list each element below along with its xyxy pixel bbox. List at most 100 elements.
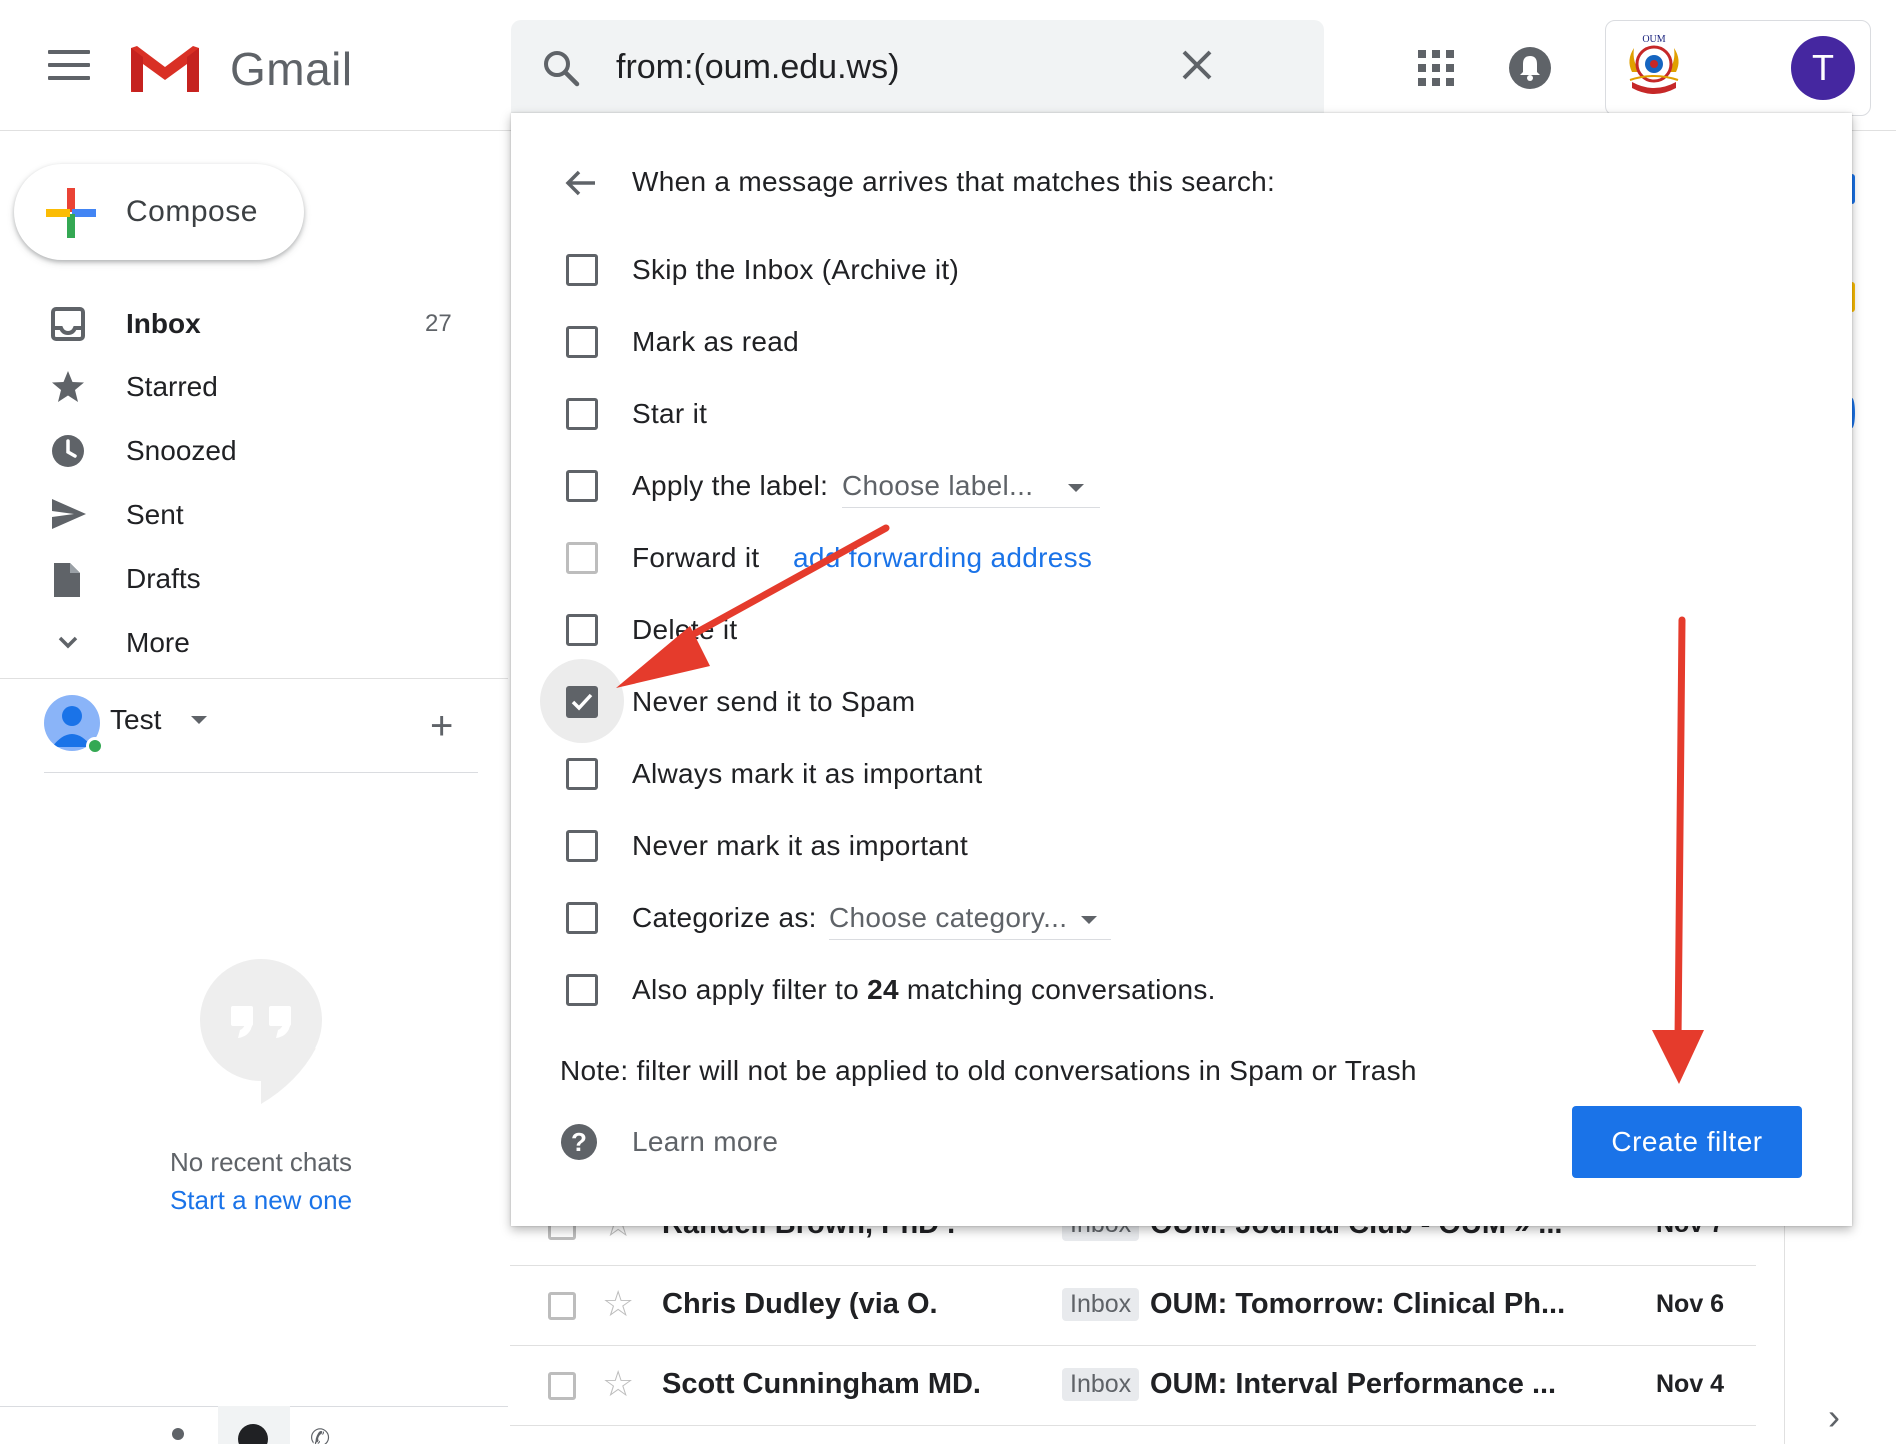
- start-new-chat-link[interactable]: Start a new one: [120, 1185, 402, 1216]
- hangouts-user-name: Test: [110, 704, 162, 735]
- search-input[interactable]: from:(oum.edu.ws): [616, 48, 899, 87]
- table-row[interactable]: ☆ Scott Cunningham MD. Inbox OUM: Interv…: [510, 1346, 1756, 1426]
- choose-category-value: Choose category...: [829, 902, 1068, 933]
- clear-search-icon[interactable]: [1178, 46, 1216, 89]
- option-label: Never send it to Spam: [632, 686, 916, 717]
- org-logo-text: OUM: [1642, 34, 1665, 45]
- option-label-prefix: Also apply filter to: [632, 974, 868, 1005]
- phone-tab-icon[interactable]: ✆: [310, 1424, 330, 1444]
- back-arrow-icon[interactable]: [563, 165, 599, 206]
- search-icon[interactable]: [541, 48, 581, 93]
- option-star-it[interactable]: Star it: [540, 384, 1740, 444]
- status-dropdown-icon[interactable]: [191, 716, 207, 724]
- star-outline-icon[interactable]: ☆: [602, 1284, 634, 1324]
- option-delete[interactable]: Delete it: [540, 600, 1740, 660]
- never-important-checkbox[interactable]: [566, 830, 598, 862]
- help-icon[interactable]: ?: [561, 1124, 597, 1160]
- option-label: Apply the label:: [632, 470, 829, 501]
- nav-starred-label: Starred: [126, 371, 218, 402]
- row-subject: OUM: Interval Performance ...: [1150, 1368, 1557, 1400]
- nav-starred[interactable]: Starred: [0, 357, 480, 417]
- option-categorize[interactable]: Categorize as: Choose category...: [540, 888, 1740, 948]
- sidebar-divider: [0, 678, 508, 679]
- inbox-unread-count: 27: [425, 310, 452, 337]
- chevron-down-icon: [50, 625, 90, 661]
- nav-snoozed-label: Snoozed: [126, 435, 237, 466]
- option-label: Star it: [632, 398, 708, 429]
- nav-more[interactable]: More: [0, 613, 480, 673]
- option-mark-read[interactable]: Mark as read: [540, 312, 1740, 372]
- star-icon: [50, 369, 90, 405]
- apply-label-checkbox[interactable]: [566, 470, 598, 502]
- skip-inbox-checkbox[interactable]: [566, 254, 598, 286]
- delete-checkbox[interactable]: [566, 614, 598, 646]
- create-filter-button[interactable]: Create filter: [1572, 1106, 1802, 1178]
- send-icon: [50, 497, 90, 533]
- checkmark-icon: [571, 693, 593, 711]
- gmail-logo-icon[interactable]: [127, 40, 203, 101]
- row-label-badge: Inbox: [1062, 1288, 1140, 1321]
- hangouts-divider: [44, 772, 478, 773]
- option-forward[interactable]: Forward it add forwarding address: [540, 528, 1740, 588]
- categorize-checkbox[interactable]: [566, 902, 598, 934]
- online-status-dot: [86, 737, 104, 755]
- choose-label-select[interactable]: Choose label...: [842, 464, 1100, 508]
- compose-label: Compose: [126, 195, 258, 228]
- always-important-checkbox[interactable]: [566, 758, 598, 790]
- row-checkbox[interactable]: [548, 1372, 576, 1400]
- option-label: Also apply filter to 24 matching convers…: [632, 974, 1216, 1006]
- option-always-important[interactable]: Always mark it as important: [540, 744, 1740, 804]
- gmail-wordmark: Gmail: [230, 43, 353, 95]
- hangouts-quote-icon: [198, 958, 324, 1109]
- mark-read-checkbox[interactable]: [566, 326, 598, 358]
- row-date: Nov 4: [1656, 1370, 1725, 1398]
- apply-existing-checkbox[interactable]: [566, 974, 598, 1006]
- nav-snoozed[interactable]: Snoozed: [0, 421, 480, 481]
- nav-sent-label: Sent: [126, 499, 184, 530]
- filter-dialog-heading: When a message arrives that matches this…: [632, 166, 1276, 197]
- option-apply-existing[interactable]: Also apply filter to 24 matching convers…: [540, 960, 1740, 1020]
- expand-side-panel-icon[interactable]: ›: [1828, 1396, 1840, 1438]
- nav-drafts[interactable]: Drafts: [0, 549, 480, 609]
- star-it-checkbox[interactable]: [566, 398, 598, 430]
- compose-plus-icon: [44, 186, 98, 245]
- row-checkbox[interactable]: [548, 1292, 576, 1320]
- inbox-icon: [50, 306, 90, 342]
- table-row[interactable]: ☆ Chris Dudley (via O. Inbox OUM: Tomorr…: [510, 1266, 1756, 1346]
- nav-inbox[interactable]: Inbox 27: [0, 294, 480, 354]
- nav-inbox-label: Inbox: [126, 308, 201, 339]
- google-apps-icon[interactable]: [1418, 50, 1454, 86]
- row-label-badge: Inbox: [1062, 1368, 1140, 1401]
- new-chat-plus-icon[interactable]: +: [430, 706, 453, 746]
- option-never-spam[interactable]: Never send it to Spam: [540, 659, 1740, 743]
- row-sender: Scott Cunningham MD.: [662, 1368, 981, 1400]
- draft-icon: [50, 561, 90, 597]
- main-menu-icon[interactable]: [48, 50, 90, 80]
- notifications-icon[interactable]: [1508, 46, 1552, 95]
- star-outline-icon[interactable]: ☆: [602, 1364, 634, 1404]
- matching-count: 24: [867, 974, 899, 1005]
- add-forwarding-address-link[interactable]: add forwarding address: [793, 542, 1092, 574]
- select-caret-icon: [1081, 916, 1097, 924]
- option-never-important[interactable]: Never mark it as important: [540, 816, 1740, 876]
- never-spam-checkbox[interactable]: [566, 686, 598, 718]
- hangouts-user-switcher[interactable]: [42, 692, 482, 762]
- row-sender: Chris Dudley (via O.: [662, 1288, 938, 1320]
- no-recent-chats-text: No recent chats: [169, 1147, 353, 1177]
- learn-more-link[interactable]: Learn more: [632, 1126, 778, 1158]
- select-caret-icon: [1068, 484, 1084, 492]
- choose-label-value: Choose label...: [842, 470, 1034, 501]
- option-skip-inbox[interactable]: Skip the Inbox (Archive it): [540, 240, 1740, 300]
- forward-checkbox[interactable]: [566, 542, 598, 574]
- option-label: Mark as read: [632, 326, 799, 357]
- option-apply-label[interactable]: Apply the label: Choose label...: [540, 456, 1740, 516]
- clock-icon: [50, 433, 90, 469]
- account-avatar[interactable]: T: [1791, 36, 1855, 100]
- nav-sent[interactable]: Sent: [0, 485, 480, 545]
- organization-logo: OUM: [1618, 32, 1690, 105]
- row-subject: OUM: Tomorrow: Clinical Ph...: [1150, 1288, 1566, 1320]
- choose-category-select[interactable]: Choose category...: [829, 896, 1111, 940]
- people-tab-icon[interactable]: [172, 1428, 184, 1440]
- option-label: Skip the Inbox (Archive it): [632, 254, 960, 285]
- nav-more-label: More: [126, 627, 190, 658]
